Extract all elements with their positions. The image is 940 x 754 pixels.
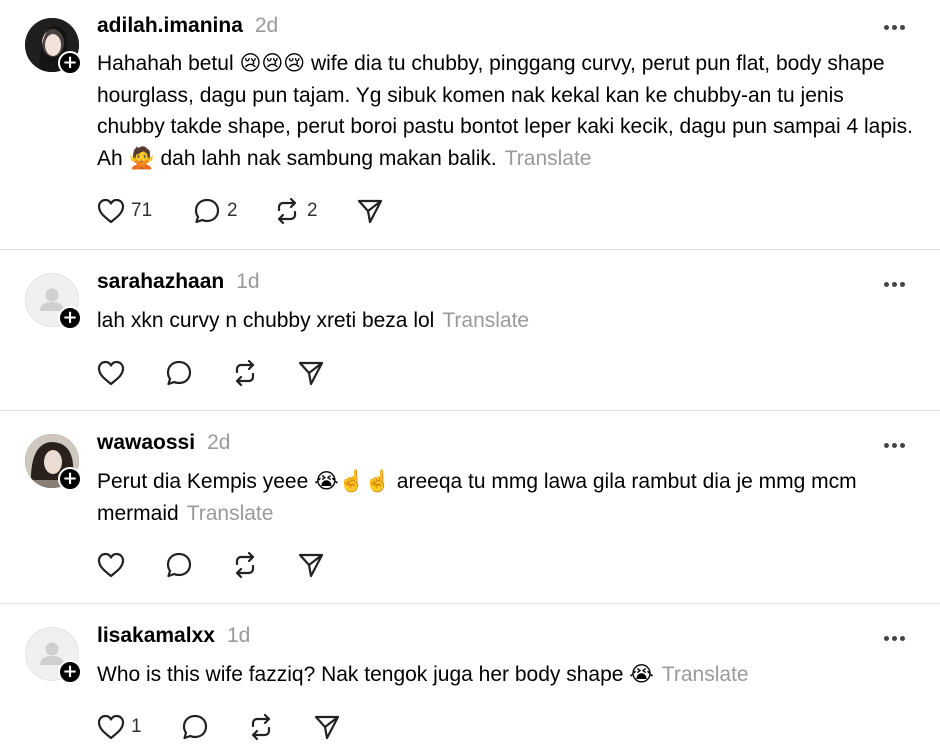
repost-icon [235,359,255,387]
heart-icon [97,714,125,740]
avatar[interactable]: + [25,273,82,330]
more-icon[interactable] [884,636,906,642]
comment-text: lah xkn curvy n chubby xreti beza lol [97,309,435,332]
timestamp: 2d [207,431,231,454]
send-icon [357,199,383,224]
comment-header: sarahazhaan 1d [97,270,260,300]
comment-header: adilah.imanina 2d [97,14,278,44]
heart-icon [97,552,125,578]
comment-text-block: Hahahah betul 😢😢😢 wife dia tu chubby, pi… [97,48,917,174]
username[interactable]: adilah.imanina [97,14,243,37]
more-icon[interactable] [884,282,906,288]
username[interactable]: wawaossi [97,431,195,454]
follow-plus-icon[interactable]: + [58,306,82,330]
translate-link[interactable]: Translate [187,502,274,525]
send-icon [314,715,340,740]
avatar[interactable]: + [25,434,82,491]
follow-plus-icon[interactable]: + [58,660,82,684]
timestamp: 2d [254,14,279,37]
more-icon[interactable] [884,443,906,449]
reply-count: 2 [227,200,238,221]
follow-plus-icon[interactable]: + [58,51,82,75]
share-button[interactable] [297,358,325,388]
share-button[interactable] [313,712,341,742]
comment-header: wawaossi 2d [97,431,230,461]
comment-text-block: lah xkn curvy n chubby xreti beza lol Tra… [97,305,917,337]
comment-item: + wawaossi 2d Perut dia Kempis yeee 😭☝️☝️… [0,411,940,603]
timestamp: 1d [236,270,260,293]
comment-bubble-icon [194,198,220,224]
comment-item: + lisakamalxx 1d Who is this wife fazziq?… [0,604,940,754]
heart-icon [97,360,125,386]
avatar[interactable]: + [25,18,82,75]
send-icon [298,553,324,578]
like-button[interactable]: 1 [97,712,142,742]
comment-item: + sarahazhaan 1d lah xkn curvy n chubby x… [0,250,940,410]
repost-button[interactable] [231,550,259,580]
reply-button[interactable]: 2 [193,196,238,226]
reply-button[interactable] [181,712,209,742]
follow-plus-icon[interactable]: + [58,467,82,491]
translate-link[interactable]: Translate [505,147,592,170]
comment-text: Who is this wife fazziq? Nak tengok juga… [97,663,654,686]
comment-bubble-icon [166,360,192,386]
comment-bubble-icon [166,552,192,578]
like-button[interactable]: 71 [97,196,152,226]
comment-header: lisakamalxx 1d [97,624,250,654]
comment-item: + adilah.imanina 2d Hahahah betul 😢😢😢 wif… [0,0,940,249]
repost-count: 2 [307,200,318,221]
reply-button[interactable] [165,550,193,580]
username[interactable]: lisakamalxx [97,624,215,647]
share-button[interactable] [356,196,384,226]
comment-text-block: Perut dia Kempis yeee 😭☝️☝️ areeqa tu mm… [97,466,917,529]
send-icon [298,361,324,386]
heart-icon [97,198,125,224]
reply-button[interactable] [165,358,193,388]
repost-icon [277,197,297,225]
more-icon[interactable] [884,25,906,31]
repost-button[interactable] [247,712,275,742]
repost-icon [235,551,255,579]
username[interactable]: sarahazhaan [97,270,224,293]
repost-button[interactable] [231,358,259,388]
repost-icon [251,713,271,741]
like-button[interactable] [97,550,125,580]
timestamp: 1d [226,624,251,647]
translate-link[interactable]: Translate [662,663,749,686]
comment-bubble-icon [182,714,208,740]
like-button[interactable] [97,358,125,388]
repost-button[interactable]: 2 [273,196,318,226]
share-button[interactable] [297,550,325,580]
like-count: 71 [131,200,153,221]
avatar[interactable]: + [25,627,82,684]
like-count: 1 [131,716,142,737]
translate-link[interactable]: Translate [442,309,529,332]
comment-text-block: Who is this wife fazziq? Nak tengok juga… [97,659,917,691]
